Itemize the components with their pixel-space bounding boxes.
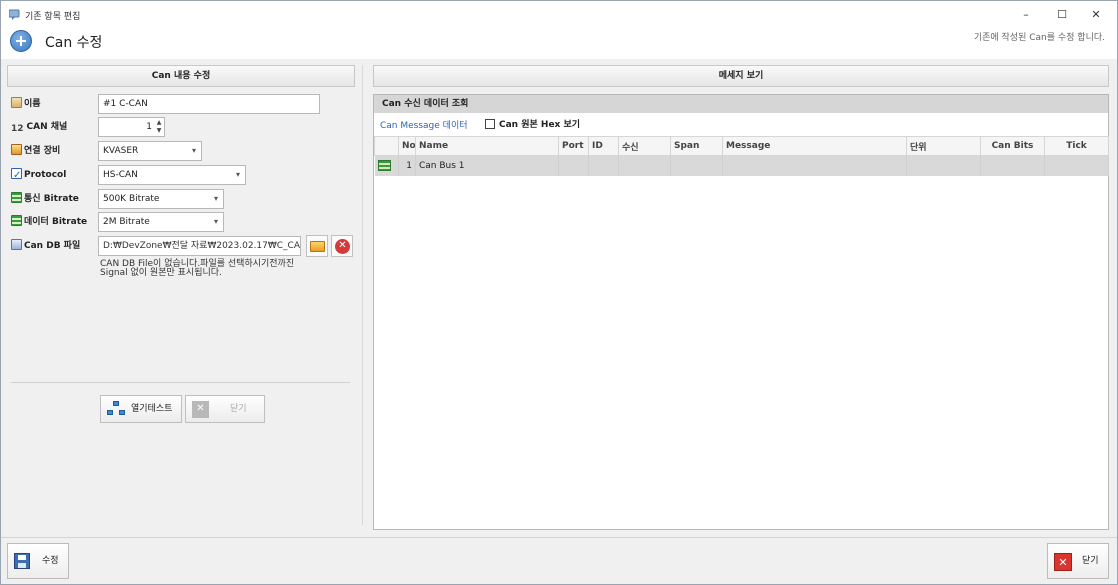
row-port [558,155,589,176]
data-bitrate-label: 데이터 Bitrate [11,212,87,232]
device-icon [11,144,22,155]
table-row[interactable]: 1 Can Bus 1 [374,155,1109,176]
db-file-path-input[interactable]: D:₩DevZone₩전달 자료₩2023.02.17₩C_CAN_1 [98,236,301,256]
column-header[interactable]: ID [588,136,619,156]
bitrate-select[interactable]: 500K Bitrate [98,189,224,209]
bar-icon [11,215,22,226]
row-id [588,155,619,176]
row-icon-cell [374,155,399,176]
left-panel-header: Can 내용 수정 [7,65,355,87]
row-span [670,155,723,176]
number-icon: 12 [11,124,24,134]
device-label: 연결 장비 [11,141,60,161]
right-panel-header: 메세지 보기 [373,65,1109,87]
spin-up-icon[interactable]: ▲ [155,119,163,127]
name-icon [11,97,22,108]
row-message [722,155,907,176]
footer-bar: 수정 ✕ 닫기 [1,537,1117,584]
bitrate-label: 통신 Bitrate [11,189,79,209]
close-button[interactable]: ✕ 닫기 [1047,543,1109,579]
window-title: 기존 항목 편집 [25,12,81,22]
column-header[interactable]: Name [415,136,559,156]
tab-can-message[interactable]: Can Message 데이터 [380,118,468,131]
row-unit [906,155,981,176]
column-header[interactable]: 수신 [618,136,671,156]
column-header[interactable]: Can Bits [980,136,1045,156]
close-test-button[interactable]: ✕ 닫기 [185,395,265,423]
row-bits [980,155,1045,176]
open-folder-button[interactable] [306,235,328,257]
grid-title: Can 수신 데이터 조회 [374,95,1108,113]
edit-window: 기존 항목 편집 – ☐ ✕ Can 수정 기존에 작성된 Can를 수정 합니… [0,0,1118,585]
column-header[interactable]: No [398,136,416,156]
db-file-label: Can DB 파일 [11,236,80,256]
channel-stepper[interactable]: 1 ▲ ▼ [98,117,165,137]
hex-view-checkbox[interactable]: Can 원본 Hex 보기 [485,117,580,130]
page-description: 기존에 작성된 Can를 수정 합니다. [973,33,1105,43]
can-data-grid-panel: Can 수신 데이터 조회 Can Message 데이터 Can 원본 Hex… [373,94,1109,530]
column-header[interactable]: Span [670,136,723,156]
row-no: 1 [398,155,416,176]
channel-value: 1 [146,122,152,132]
row-recv [618,155,671,176]
protocol-label: Protocol [11,165,66,186]
column-header[interactable]: Port [558,136,589,156]
row-tick [1044,155,1109,176]
page-title: Can 수정 [45,35,103,51]
clear-file-button[interactable]: ✕ [331,235,353,257]
add-circle-icon [10,30,32,52]
folder-icon [310,241,325,252]
delete-icon: ✕ [335,239,350,254]
db-file-hint: CAN DB File이 없습니다.파일를 선택하시기전까진 Signal 없이… [100,259,295,278]
close-icon: ✕ [192,401,209,418]
checkbox-icon [11,166,22,186]
channel-label: 12 CAN 채널 [11,117,67,137]
can-message-table: No Name Port ID 수신 Span Message 단위 Can B… [374,136,1109,176]
column-header[interactable]: Message [722,136,907,156]
close-window-button[interactable]: ✕ [1081,5,1111,25]
close-icon: ✕ [1054,553,1072,571]
db-file-icon [11,239,22,250]
left-divider [11,382,350,383]
spin-down-icon[interactable]: ▼ [155,127,163,135]
network-icon [107,401,125,417]
save-button[interactable]: 수정 [7,543,69,579]
protocol-select[interactable]: HS-CAN [98,165,246,185]
panel-splitter[interactable] [362,65,363,525]
table-header-row: No Name Port ID 수신 Span Message 단위 Can B… [374,136,1109,156]
checkbox-icon [485,119,495,129]
column-header[interactable]: 단위 [906,136,981,156]
open-test-button[interactable]: 열기테스트 [100,395,182,423]
device-select[interactable]: KVASER [98,141,202,161]
title-bar: 기존 항목 편집 – ☐ ✕ Can 수정 기존에 작성된 Can를 수정 합니… [1,1,1117,59]
maximize-button[interactable]: ☐ [1047,5,1077,25]
app-icon [9,9,20,20]
name-input[interactable]: #1 C-CAN [98,94,320,114]
bus-icon [377,160,391,172]
minimize-button[interactable]: – [1011,5,1041,25]
column-header[interactable]: Tick [1044,136,1109,156]
name-label: 이름 [11,94,41,114]
data-bitrate-select[interactable]: 2M Bitrate [98,212,224,232]
save-icon [14,553,30,569]
bar-icon [11,192,22,203]
row-name: Can Bus 1 [415,155,559,176]
column-header[interactable] [374,136,399,156]
